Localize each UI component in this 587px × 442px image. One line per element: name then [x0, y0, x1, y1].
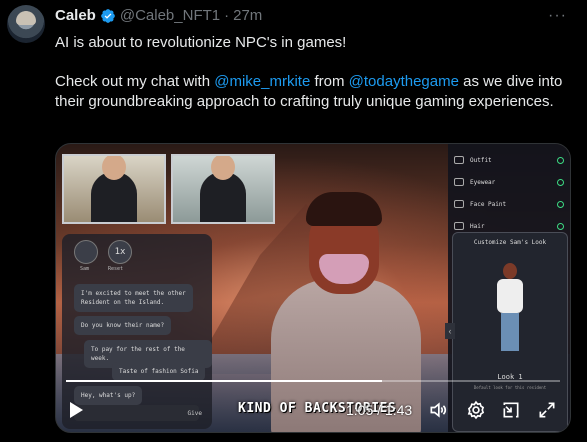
tweet-line-1: AI is about to revolutionize NPC's in ga…: [55, 34, 347, 51]
tweet-text-part: from: [310, 73, 349, 90]
character-avatar-chip: [74, 240, 98, 264]
volume-icon[interactable]: [428, 400, 448, 420]
tweet-text: AI is about to revolutionize NPC's in ga…: [55, 33, 575, 111]
chip-label: Reset: [108, 266, 124, 272]
mention-link[interactable]: @mike_mrkite: [214, 73, 310, 90]
outfit-icon: [454, 156, 464, 164]
status-dot-icon: [557, 222, 564, 230]
video-progress-bar[interactable]: [66, 380, 560, 382]
video-controls: 1:05 / 1:43: [56, 392, 570, 428]
option-eyewear: Eyewear: [454, 172, 564, 192]
status-dot-icon: [557, 156, 564, 164]
option-label: Eyewear: [470, 178, 496, 186]
chat-message: I'm excited to meet the other Resident o…: [74, 284, 193, 312]
timestamp[interactable]: 27m: [233, 7, 262, 24]
look-sub-label: Default look for this resident: [473, 385, 547, 390]
author-handle[interactable]: @Caleb_NFT1: [120, 7, 220, 24]
tweet-header: Caleb @Caleb_NFT1 · 27m: [55, 7, 262, 24]
time-separator: /: [373, 402, 385, 418]
chat-header: 1x: [74, 240, 132, 264]
status-dot-icon: [557, 200, 564, 208]
separator-dot: ·: [224, 7, 230, 24]
option-label: Face Paint: [470, 200, 507, 208]
chip-label: Sam: [80, 266, 90, 272]
pip-icon[interactable]: [501, 400, 521, 420]
webcam-feed-2: [171, 154, 275, 224]
chat-message: Taste of fashion Sofia: [112, 362, 206, 381]
settings-icon[interactable]: [466, 400, 486, 420]
author-avatar[interactable]: [7, 5, 45, 43]
option-face-paint: Face Paint: [454, 194, 564, 214]
eyewear-icon: [454, 178, 464, 186]
customize-title: Customize Sam's Look: [473, 239, 547, 246]
hair-icon: [454, 222, 464, 230]
video-player[interactable]: 1x Sam Reset I'm excited to meet the oth…: [55, 143, 571, 433]
character-preview: [493, 263, 527, 353]
play-icon[interactable]: [70, 402, 83, 418]
webcam-person: [91, 156, 137, 222]
current-time: 1:05: [346, 402, 374, 418]
more-icon[interactable]: ···: [548, 7, 567, 25]
customize-panel: Outfit Eyewear Face Paint Hair ‹ Customi…: [445, 144, 570, 432]
option-outfit: Outfit: [454, 150, 564, 170]
status-dot-icon: [557, 178, 564, 186]
character-hair: [306, 192, 382, 226]
author-name[interactable]: Caleb: [55, 7, 96, 24]
option-label: Hair: [470, 222, 485, 230]
video-progress-fill: [66, 380, 383, 382]
mention-link[interactable]: @todaythegame: [349, 73, 459, 90]
webcam-person: [200, 156, 246, 222]
webcam-feed-1: [62, 154, 166, 224]
chat-message: Do you know their name?: [74, 316, 172, 335]
verified-badge-icon: [101, 8, 115, 23]
previous-tweet-fragment: [50, 0, 190, 2]
tweet-text-part: Check out my chat with: [55, 73, 215, 90]
duration: 1:43: [384, 402, 413, 418]
option-label: Outfit: [470, 156, 492, 164]
chevron-left-icon: ‹: [445, 323, 455, 339]
face-paint-icon: [454, 200, 464, 208]
video-timecode: 1:05 / 1:43: [346, 402, 412, 418]
speed-chip: 1x: [108, 240, 132, 264]
fullscreen-icon[interactable]: [537, 400, 557, 420]
